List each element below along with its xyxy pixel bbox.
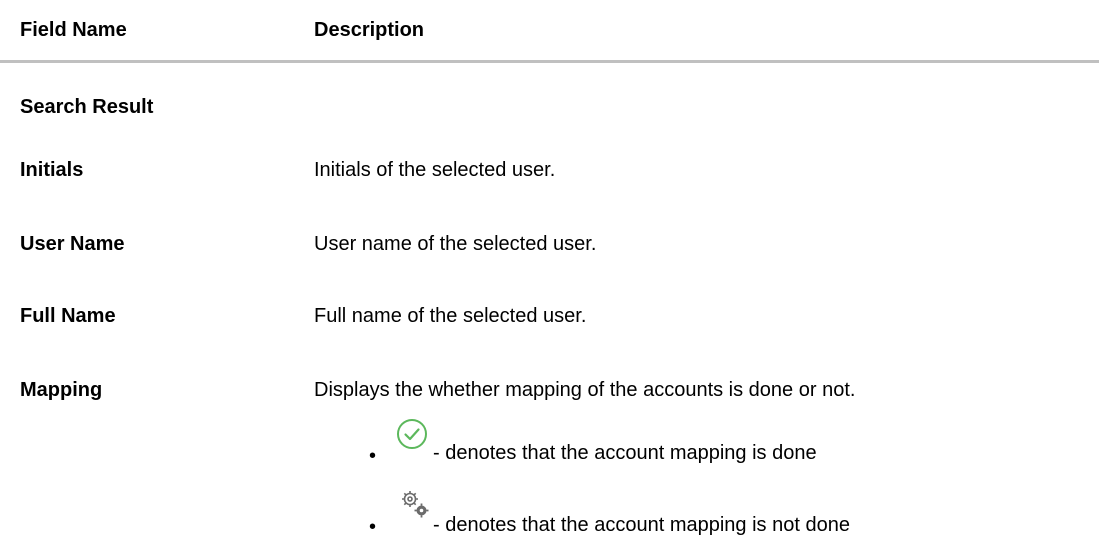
section-title: Search Result [20, 96, 154, 118]
bullet-marker: • [369, 516, 377, 538]
header-description: Description [314, 19, 425, 41]
field-name: User Name [20, 233, 125, 255]
field-description: Full name of the selected user. [314, 305, 587, 327]
field-description-table: Field Name Description Search Result Ini… [0, 0, 1099, 560]
field-name: Mapping [20, 379, 103, 401]
table-header: Field Name Description [0, 0, 1099, 64]
field-description: Displays the whether mapping of the acco… [314, 379, 856, 401]
field-name: Full Name [20, 305, 116, 327]
bullet-text: - denotes that the account mapping is do… [433, 442, 817, 464]
field-name: Initials [20, 159, 84, 181]
field-description: Initials of the selected user. [314, 159, 556, 181]
gears-icon [398, 488, 432, 520]
header-divider [0, 60, 1099, 63]
bullet-marker: • [369, 445, 377, 467]
check-circle-icon [396, 418, 428, 450]
field-description: User name of the selected user. [314, 233, 597, 255]
bullet-text: - denotes that the account mapping is no… [433, 514, 850, 536]
header-field-name: Field Name [20, 19, 127, 41]
